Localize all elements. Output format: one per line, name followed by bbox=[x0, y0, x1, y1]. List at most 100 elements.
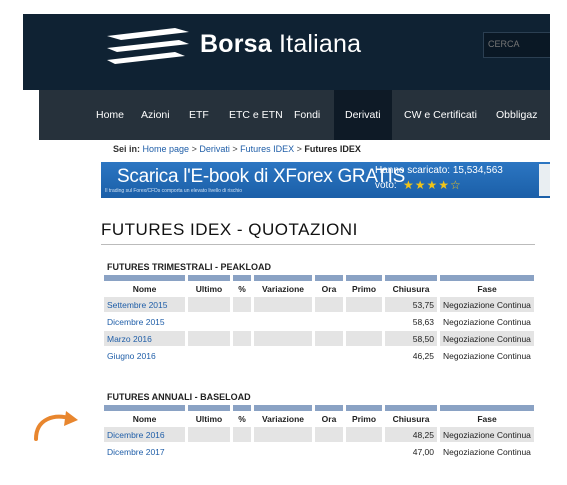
section-title-annuali: FUTURES ANNUALI - BASELOAD bbox=[107, 392, 251, 402]
ad-banner[interactable]: Scarica l'E-book di XForex GRATIS Il tra… bbox=[101, 162, 550, 198]
search-input[interactable] bbox=[484, 33, 550, 55]
title-divider bbox=[101, 244, 535, 245]
curved-arrow-icon bbox=[34, 411, 78, 441]
breadcrumb-home[interactable]: Home page bbox=[143, 144, 190, 154]
section-title-trimestrali: FUTURES TRIMESTRALI - PEAKLOAD bbox=[107, 262, 271, 272]
cell-ora bbox=[315, 427, 343, 442]
table-row[interactable]: Settembre 2015 53,75 Negoziazione Contin… bbox=[104, 297, 534, 312]
screenshot-frame: Borsa Italiana Home Azioni ETF ETC e ETN… bbox=[23, 14, 550, 472]
table-row[interactable]: Giugno 2016 46,25 Negoziazione Continua bbox=[104, 348, 534, 363]
nav-fondi[interactable]: Fondi bbox=[294, 90, 320, 140]
cell-primo bbox=[346, 297, 382, 312]
banner-disclaimer: Il trading sul Forex/CFDs comporta un el… bbox=[105, 188, 242, 194]
cell-ora bbox=[315, 314, 343, 329]
table-row[interactable]: Marzo 2016 58,50 Negoziazione Continua bbox=[104, 331, 534, 346]
table-row[interactable]: Dicembre 2016 48,25 Negoziazione Continu… bbox=[104, 427, 534, 442]
col-ultimo: Ultimo bbox=[188, 275, 230, 295]
nav-home[interactable]: Home bbox=[96, 90, 124, 140]
cell-fase: Negoziazione Continua bbox=[443, 446, 531, 457]
rating-stars-icon: ★★★★☆ bbox=[403, 178, 462, 192]
col-percent: % bbox=[233, 405, 251, 425]
futures-trimestrali-table: Nome Ultimo % Variazione Ora Primo Chius… bbox=[101, 273, 537, 365]
row-name-link[interactable]: Marzo 2016 bbox=[104, 331, 185, 346]
col-variazione: Variazione bbox=[254, 405, 312, 425]
ebook-cover-icon bbox=[539, 164, 550, 196]
col-primo: Primo bbox=[346, 275, 382, 295]
col-nome: Nome bbox=[104, 405, 185, 425]
col-percent: % bbox=[233, 275, 251, 295]
cell-chiusura: 53,75 bbox=[385, 297, 437, 312]
cell-ultimo bbox=[188, 331, 230, 346]
table-header-row: Nome Ultimo % Variazione Ora Primo Chius… bbox=[104, 405, 534, 425]
breadcrumb: Sei in: Home page > Derivati > Futures I… bbox=[113, 144, 361, 154]
brand-logo[interactable]: Borsa Italiana bbox=[200, 30, 361, 59]
banner-downloads: Hanno scaricato: 15,534,563 bbox=[375, 165, 503, 176]
banner-title: Scarica l'E-book di XForex GRATIS bbox=[117, 166, 405, 187]
cell-primo bbox=[346, 348, 382, 363]
col-ora: Ora bbox=[315, 405, 343, 425]
cell-percent bbox=[233, 297, 251, 312]
row-name-link[interactable]: Dicembre 2016 bbox=[104, 427, 185, 442]
cell-ultimo bbox=[188, 444, 230, 459]
cell-variazione bbox=[254, 444, 312, 459]
cell-fase: Negoziazione Continua bbox=[440, 331, 534, 346]
col-ultimo: Ultimo bbox=[188, 405, 230, 425]
cell-chiusura: 58,63 bbox=[412, 316, 434, 327]
nav-obbligazioni[interactable]: Obbligaz bbox=[496, 90, 537, 140]
col-chiusura: Chiusura bbox=[385, 275, 437, 295]
cell-percent bbox=[233, 427, 251, 442]
cell-variazione bbox=[254, 331, 312, 346]
cell-chiusura: 46,25 bbox=[412, 350, 434, 361]
cell-variazione bbox=[254, 297, 312, 312]
main-nav: Home Azioni ETF ETC e ETN Fondi Derivati… bbox=[39, 90, 550, 140]
banner-vote-label: voto: bbox=[375, 180, 397, 191]
nav-etf[interactable]: ETF bbox=[189, 90, 209, 140]
cell-percent bbox=[233, 331, 251, 346]
nav-derivati[interactable]: Derivati bbox=[334, 90, 392, 140]
col-primo: Primo bbox=[346, 405, 382, 425]
page-title: FUTURES IDEX - QUOTAZIONI bbox=[101, 220, 358, 239]
col-ora: Ora bbox=[315, 275, 343, 295]
cell-ora bbox=[315, 297, 343, 312]
cell-fase: Negoziazione Continua bbox=[440, 297, 534, 312]
brand-bold: Borsa bbox=[200, 30, 272, 58]
site-header: Borsa Italiana bbox=[23, 14, 550, 90]
table-row[interactable]: Dicembre 2015 58,63 Negoziazione Continu… bbox=[104, 314, 534, 329]
cell-primo bbox=[346, 314, 382, 329]
table-row[interactable]: Dicembre 2017 47,00 Negoziazione Continu… bbox=[104, 444, 534, 459]
col-chiusura: Chiusura bbox=[385, 405, 437, 425]
breadcrumb-futures-idex[interactable]: Futures IDEX bbox=[240, 144, 294, 154]
cell-fase: Negoziazione Continua bbox=[443, 350, 531, 361]
cell-ora bbox=[315, 331, 343, 346]
col-nome: Nome bbox=[104, 275, 185, 295]
nav-cw-certificati[interactable]: CW e Certificati bbox=[404, 90, 477, 140]
cell-variazione bbox=[254, 427, 312, 442]
breadcrumb-derivati[interactable]: Derivati bbox=[199, 144, 230, 154]
cell-ultimo bbox=[188, 427, 230, 442]
row-name-link[interactable]: Dicembre 2017 bbox=[104, 444, 185, 459]
row-name-link[interactable]: Giugno 2016 bbox=[104, 348, 185, 363]
col-fase: Fase bbox=[440, 405, 534, 425]
cell-ultimo bbox=[188, 297, 230, 312]
col-fase: Fase bbox=[440, 275, 534, 295]
col-variazione: Variazione bbox=[254, 275, 312, 295]
breadcrumb-label: Sei in: bbox=[113, 144, 141, 154]
search-box[interactable] bbox=[483, 32, 550, 58]
table-header-row: Nome Ultimo % Variazione Ora Primo Chius… bbox=[104, 275, 534, 295]
cell-ora bbox=[315, 444, 343, 459]
brand-light: Italiana bbox=[279, 30, 362, 58]
logo-mark-icon bbox=[107, 28, 189, 64]
row-name-link[interactable]: Settembre 2015 bbox=[104, 297, 185, 312]
cell-chiusura: 58,50 bbox=[385, 331, 437, 346]
cell-percent bbox=[233, 444, 251, 459]
row-name-link[interactable]: Dicembre 2015 bbox=[104, 314, 185, 329]
cell-percent bbox=[233, 314, 251, 329]
breadcrumb-current: Futures IDEX bbox=[304, 144, 361, 154]
cell-primo bbox=[346, 444, 382, 459]
nav-azioni[interactable]: Azioni bbox=[141, 90, 170, 140]
cell-percent bbox=[233, 348, 251, 363]
cell-fase: Negoziazione Continua bbox=[443, 316, 531, 327]
nav-etc-etn[interactable]: ETC e ETN bbox=[229, 90, 283, 140]
cell-ultimo bbox=[188, 348, 230, 363]
futures-annuali-table: Nome Ultimo % Variazione Ora Primo Chius… bbox=[101, 403, 537, 461]
